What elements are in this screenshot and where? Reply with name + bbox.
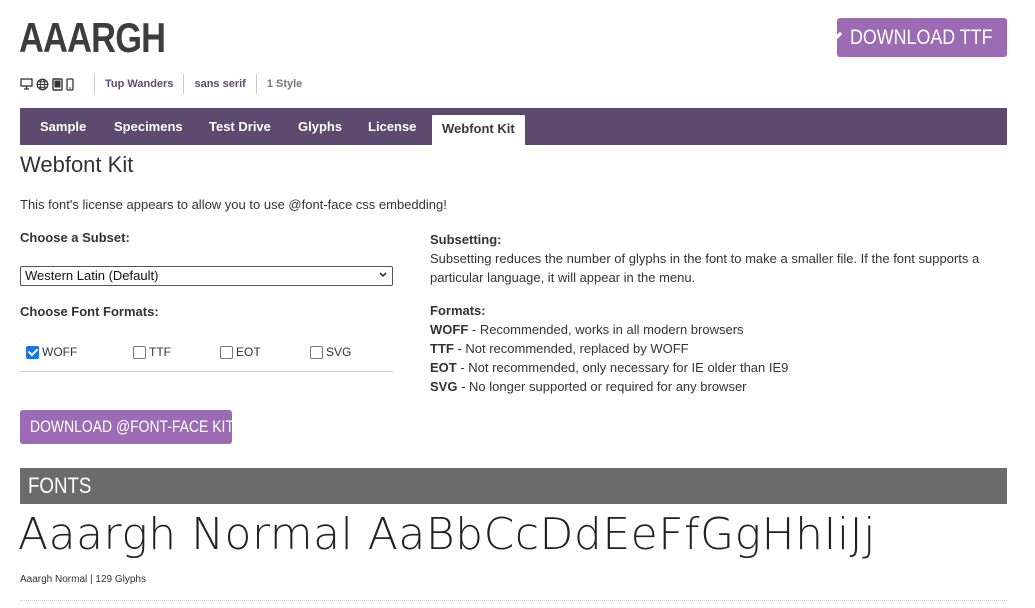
tab-webfont-kit[interactable]: Webfont Kit xyxy=(431,114,526,145)
phone-icon xyxy=(66,77,74,91)
divider xyxy=(20,600,1007,601)
font-caption: Aaargh Normal | 129 Glyphs xyxy=(20,574,146,585)
chevron-down-icon xyxy=(378,268,388,289)
format-option-woff[interactable]: WOFF xyxy=(26,345,77,359)
format-info: Subsetting: Subsetting reduces the numbe… xyxy=(430,230,1005,396)
format-info-woff: WOFF - Recommended, works in all modern … xyxy=(430,322,744,337)
tab-sample[interactable]: Sample xyxy=(40,108,86,145)
category-link[interactable]: sans serif xyxy=(194,78,245,90)
designer-link[interactable]: Tup Wanders xyxy=(105,78,173,90)
eot-label: EOT xyxy=(236,345,261,359)
subsetting-text: Subsetting reduces the number of glyphs … xyxy=(430,251,980,285)
tab-license[interactable]: License xyxy=(368,108,416,145)
tablet-icon xyxy=(52,77,63,91)
supported-devices xyxy=(20,77,84,91)
subset-selected-value: Western Latin (Default) xyxy=(25,268,159,283)
formats-label: Choose Font Formats: xyxy=(20,304,159,319)
meta-divider xyxy=(255,74,257,94)
font-preview: Aaargh Normal AaBbCcDdEeFfGgHhIiJj xyxy=(18,509,876,560)
eot-checkbox[interactable] xyxy=(220,345,233,359)
embedding-notice: This font's license appears to allow you… xyxy=(20,197,447,212)
subset-label: Choose a Subset: xyxy=(20,230,130,245)
format-option-eot[interactable]: EOT xyxy=(220,345,261,359)
ttf-label: TTF xyxy=(149,345,171,359)
subsetting-title: Subsetting: xyxy=(430,232,502,247)
tab-test-drive[interactable]: Test Drive xyxy=(209,108,271,145)
format-info-ttf: TTF - Not recommended, replaced by WOFF xyxy=(430,341,689,356)
meta-divider xyxy=(183,74,185,94)
woff-checkbox[interactable] xyxy=(26,345,39,359)
page-title: Webfont Kit xyxy=(20,152,134,177)
globe-icon xyxy=(36,78,49,91)
tab-specimens[interactable]: Specimens xyxy=(114,108,183,145)
font-meta-row: Tup Wanders sans serif 1 Style xyxy=(20,74,302,94)
fonts-section-title: FONTS xyxy=(28,473,92,498)
subset-select[interactable]: Western Latin (Default) xyxy=(20,266,393,286)
ttf-checkbox[interactable] xyxy=(133,345,146,359)
formats-title: Formats: xyxy=(430,303,486,318)
svg-checkbox[interactable] xyxy=(310,345,323,359)
fonts-section-header: FONTS xyxy=(20,468,1007,504)
download-kit-button[interactable]: DOWNLOAD @FONT-FACE KIT xyxy=(20,410,234,444)
style-count: 1 Style xyxy=(266,78,303,90)
meta-divider xyxy=(94,74,95,94)
format-options: WOFF TTF EOT SVG xyxy=(20,345,393,372)
download-ttf-label: DOWNLOAD TTF xyxy=(850,25,993,49)
font-title: AAARGH xyxy=(19,14,166,61)
tab-glyphs[interactable]: Glyphs xyxy=(298,108,342,145)
format-info-eot: EOT - Not recommended, only necessary fo… xyxy=(430,360,789,375)
desktop-icon xyxy=(20,78,33,90)
font-tabs: Sample Specimens Test Drive Glyphs Licen… xyxy=(20,108,1007,145)
format-option-svg[interactable]: SVG xyxy=(310,345,351,359)
download-ttf-button[interactable]: DOWNLOAD TTF xyxy=(825,18,1007,57)
download-kit-label: DOWNLOAD @FONT-FACE KIT xyxy=(30,417,234,436)
format-info-svg: SVG - No longer supported or required fo… xyxy=(430,379,747,394)
format-option-ttf[interactable]: TTF xyxy=(133,345,171,359)
download-arrow-icon xyxy=(825,24,843,50)
woff-label: WOFF xyxy=(42,345,78,359)
svg-label: SVG xyxy=(326,345,352,359)
